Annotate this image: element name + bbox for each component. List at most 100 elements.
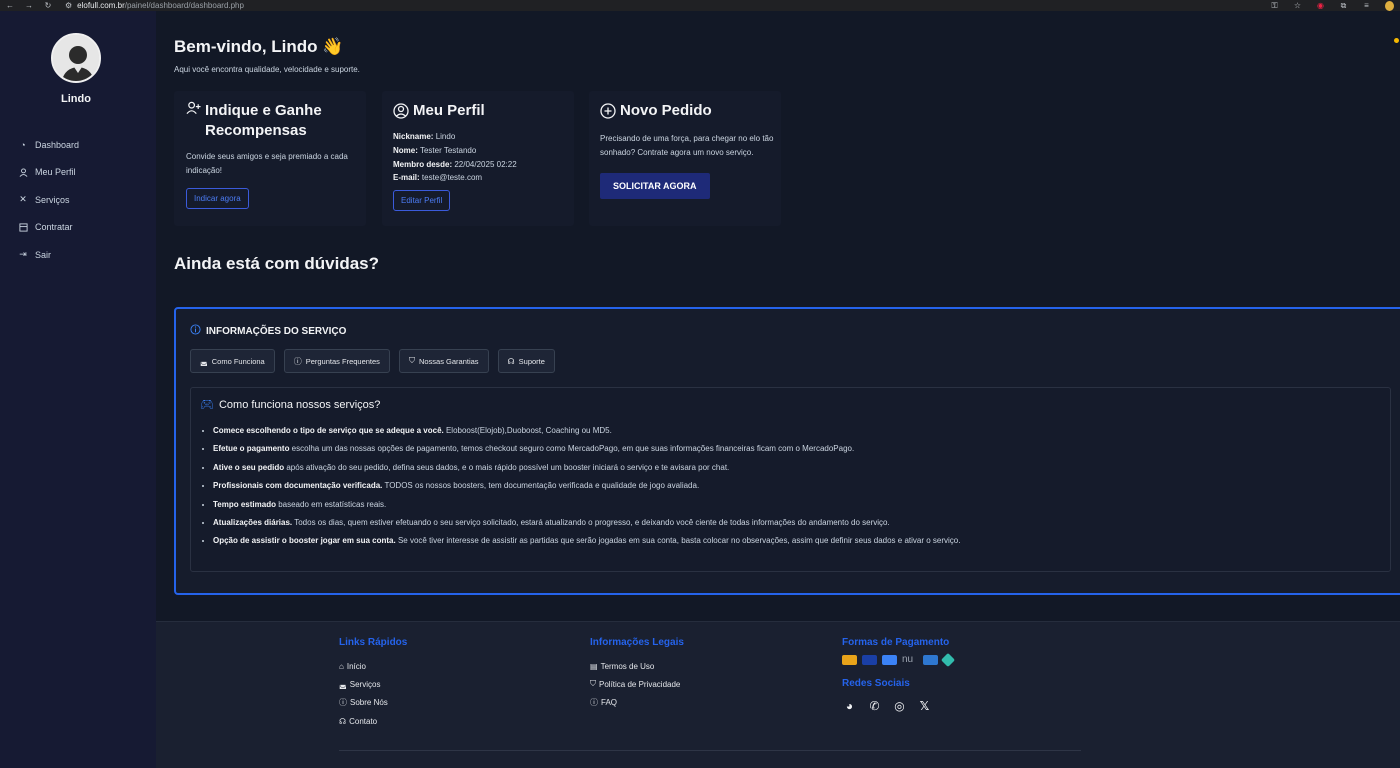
sidebar-item-hire[interactable]: Contratar bbox=[18, 214, 79, 242]
list-item: Opção de assistir o booster jogar em sua… bbox=[213, 534, 960, 552]
instagram-icon[interactable]: ◎ bbox=[892, 698, 907, 713]
dashboard-icon: ◔ bbox=[20, 139, 26, 150]
info-icon bbox=[190, 324, 201, 338]
social-links: ◕ ✆ ◎ 𝕏 bbox=[842, 698, 953, 713]
user-circle-icon bbox=[393, 101, 409, 125]
profile-card: Meu Perfil Nickname: Lindo Nome: Tester … bbox=[382, 91, 574, 226]
address-bar[interactable]: ⚙ elofull.com.br/painel/dashboard/dashbo… bbox=[65, 1, 244, 10]
referral-card: Indique e Ganhe Recompensas Convide seus… bbox=[174, 91, 366, 226]
gamepad-icon: 🎮︎ bbox=[200, 399, 214, 411]
edit-profile-button[interactable]: Editar Perfil bbox=[393, 190, 451, 212]
page-subtitle: Aqui você encontra qualidade, velocidade… bbox=[174, 65, 360, 74]
list-item: Comece escolhendo o tipo de serviço que … bbox=[213, 424, 960, 442]
nubank-icon: nu bbox=[902, 654, 914, 665]
reload-icon[interactable]: ↻ bbox=[43, 1, 53, 10]
shield-icon: ⛉ bbox=[590, 679, 596, 689]
back-icon[interactable]: ← bbox=[5, 1, 15, 10]
panel-title: 🎮︎ Como funciona nossos serviços? bbox=[200, 398, 381, 412]
footer-link-home[interactable]: ⌂ Início bbox=[339, 657, 407, 675]
notification-dot bbox=[1394, 38, 1399, 43]
visa-icon bbox=[862, 655, 877, 665]
referral-card-text: Convide seus amigos e seja premiado a ca… bbox=[186, 152, 348, 175]
footer-heading: Informações Legais bbox=[590, 637, 684, 648]
browser-toolbar: ← → ↻ ⚙ elofull.com.br/painel/dashboard/… bbox=[0, 0, 1400, 11]
user-plus-icon bbox=[186, 101, 201, 121]
url-domain: elofull.com.br bbox=[77, 1, 125, 10]
footer-link-faq[interactable]: ⓘ FAQ bbox=[590, 694, 684, 712]
footer-link-privacy[interactable]: ⛉ Política de Privacidade bbox=[590, 675, 684, 693]
how-it-works-list: Comece escolhendo o tipo de serviço que … bbox=[213, 424, 960, 553]
payment-methods: nu bbox=[842, 652, 956, 668]
service-info-title: INFORMAÇÕES DO SERVIÇO bbox=[190, 324, 346, 338]
sidebar: Lindo ◔ Dashboard Meu Perfil ✕ Serviços … bbox=[0, 11, 156, 768]
media-icon[interactable]: ≡ bbox=[1362, 1, 1371, 10]
profile-name: Nome: Tester Testando bbox=[393, 145, 477, 155]
footer-quick-links: Links Rápidos ⌂ Início ◛ Serviços ⓘ Sobre N… bbox=[339, 637, 407, 730]
headset-icon: ☊ bbox=[507, 356, 515, 366]
logout-icon: ⇥ bbox=[19, 249, 27, 260]
tab-faq[interactable]: ⓘ Perguntas Frequentes bbox=[283, 349, 390, 373]
footer-link-services[interactable]: ◛ Serviços bbox=[339, 675, 407, 693]
page-title: Bem-vindo, Lindo 👋 bbox=[174, 37, 344, 56]
profile-nickname: Nickname: Lindo bbox=[393, 132, 456, 141]
profile-email: E-mail: teste@teste.com bbox=[393, 173, 483, 183]
sidebar-menu: ◔ Dashboard Meu Perfil ✕ Serviços Contra… bbox=[18, 131, 79, 269]
sidebar-item-dashboard[interactable]: ◔ Dashboard bbox=[18, 131, 79, 159]
profile-details: Nickname: Lindo Nome: Tester Testando Me… bbox=[393, 130, 563, 185]
whatsapp-icon[interactable]: ✆ bbox=[867, 698, 882, 713]
tab-support[interactable]: ☊ Suporte bbox=[497, 349, 555, 373]
info-icon: ⓘ bbox=[339, 698, 347, 708]
request-now-button[interactable]: SOLICITAR AGORA bbox=[600, 173, 710, 199]
extension-shield-icon[interactable]: ◉ bbox=[1316, 1, 1325, 10]
footer-link-terms[interactable]: ▤ Termos de Uso bbox=[590, 657, 684, 675]
home-icon: ⌂ bbox=[339, 661, 344, 671]
pix-icon bbox=[940, 652, 956, 668]
site-info-icon[interactable]: ⚙ bbox=[65, 1, 72, 10]
footer-link-contact[interactable]: ☊ Contato bbox=[339, 712, 407, 730]
sidebar-item-label: Sair bbox=[35, 249, 52, 260]
headset-icon: ☊ bbox=[339, 716, 347, 726]
tab-guarantees[interactable]: ⛉ Nossas Garantias bbox=[398, 349, 489, 373]
shield-icon: ⛉ bbox=[408, 356, 415, 365]
profile-member-since: Membro desde: 22/04/2025 02:22 bbox=[393, 159, 517, 169]
footer: Links Rápidos ⌂ Início ◛ Serviços ⓘ Sobre N… bbox=[156, 621, 1400, 768]
store-icon bbox=[18, 222, 28, 232]
service-info-tabs: ◛ Como Funciona ⓘ Perguntas Frequentes ⛉… bbox=[190, 349, 555, 373]
footer-heading: Links Rápidos bbox=[339, 637, 408, 648]
footer-divider bbox=[339, 750, 1081, 751]
sidebar-username: Lindo bbox=[61, 93, 91, 105]
sidebar-item-label: Serviços bbox=[35, 194, 70, 205]
star-icon[interactable]: ☆ bbox=[1293, 1, 1302, 10]
extensions-icon[interactable]: ⧉ bbox=[1339, 1, 1348, 11]
user-silhouette-icon bbox=[53, 35, 99, 81]
x-icon[interactable]: 𝕏 bbox=[917, 698, 932, 713]
list-item: Tempo estimado baseado em estatísticas r… bbox=[213, 498, 960, 516]
gamepad-icon: ◛ bbox=[339, 679, 347, 689]
user-avatar[interactable] bbox=[51, 33, 101, 83]
doubts-heading: Ainda está com dúvidas? bbox=[174, 254, 379, 273]
refer-now-button[interactable]: Indicar agora bbox=[186, 188, 249, 209]
question-icon: ⓘ bbox=[590, 698, 598, 708]
footer-heading: Redes Sociais bbox=[842, 678, 910, 689]
list-item: Efetue o pagamento escolha um das nossas… bbox=[213, 442, 960, 460]
discord-icon[interactable]: ◕ bbox=[842, 698, 857, 713]
sidebar-item-services[interactable]: ✕ Serviços bbox=[18, 186, 79, 214]
tab-how-it-works[interactable]: ◛ Como Funciona bbox=[190, 349, 275, 373]
mastercard-icon bbox=[842, 655, 857, 665]
referral-card-title: Indique e Ganhe Recompensas bbox=[186, 101, 356, 141]
profile-avatar-icon[interactable] bbox=[1385, 0, 1394, 11]
sidebar-item-profile[interactable]: Meu Perfil bbox=[18, 159, 79, 187]
footer-legal: Informações Legais ▤ Termos de Uso ⛉ Polít… bbox=[590, 637, 684, 712]
sidebar-item-label: Dashboard bbox=[35, 139, 80, 150]
service-info-box: INFORMAÇÕES DO SERVIÇO ◛ Como Funciona ⓘ… bbox=[174, 307, 1400, 595]
document-icon: ▤ bbox=[590, 661, 598, 671]
key-icon[interactable]: ⚿ bbox=[1270, 1, 1279, 11]
forward-icon[interactable]: → bbox=[24, 1, 34, 10]
footer-link-about[interactable]: ⓘ Sobre Nós bbox=[339, 694, 407, 712]
gamepad-icon: ◛ bbox=[200, 356, 208, 366]
amex-icon bbox=[923, 655, 938, 665]
tools-icon: ✕ bbox=[19, 194, 27, 205]
list-item: Profissionais com documentação verificad… bbox=[213, 479, 960, 497]
sidebar-item-logout[interactable]: ⇥ Sair bbox=[18, 241, 79, 269]
new-order-card-title: Novo Pedido bbox=[600, 101, 775, 125]
